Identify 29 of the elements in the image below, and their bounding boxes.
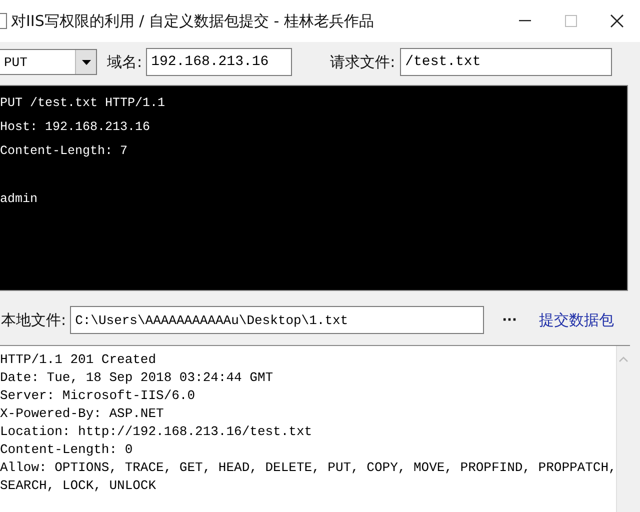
request-line: Content-Length: 7 xyxy=(0,143,128,160)
host-label: 域名: xyxy=(107,52,142,72)
request-body: admin xyxy=(0,191,38,208)
local-file-field[interactable]: C:\Users\AAAAAAAAAAAu\Desktop\1.txt xyxy=(70,306,484,334)
browse-button[interactable]: ··· xyxy=(502,312,517,328)
method-dropdown[interactable]: PUT xyxy=(0,49,97,75)
local-file-label: 本地文件: xyxy=(1,310,66,330)
response-line: SEARCH, LOCK, UNLOCK xyxy=(0,477,156,495)
minimize-icon xyxy=(519,20,531,22)
response-line: Date: Tue, 18 Sep 2018 03:24:44 GMT xyxy=(0,369,274,387)
close-icon xyxy=(610,14,624,28)
host-field[interactable]: 192.168.213.16 xyxy=(146,48,292,76)
caret-icon xyxy=(82,60,90,64)
maximize-icon xyxy=(565,15,577,27)
window-title: 对IIS写权限的利用 / 自定义数据包提交 - 桂林老兵作品 xyxy=(11,12,375,30)
response-line: Content-Length: 0 xyxy=(0,441,133,459)
submit-link[interactable]: 提交数据包 xyxy=(538,310,614,330)
file-label: 请求文件: xyxy=(330,52,396,72)
request-line: Host: 192.168.213.16 xyxy=(0,119,150,136)
response-line: HTTP/1.1 201 Created xyxy=(0,351,156,369)
response-line: Server: Microsoft-IIS/6.0 xyxy=(0,387,196,405)
response-line: X-Powered-By: ASP.NET xyxy=(0,405,164,423)
request-editor[interactable]: PUT /test.txt HTTP/1.1 Host: 192.168.213.16 Content-Length: 7 admin xyxy=(0,85,628,291)
file-field[interactable]: /test.txt xyxy=(400,48,612,76)
response-line: Allow: OPTIONS, TRACE, GET, HEAD, DELETE, PUT, COPY, MOVE, PROPFIND, PROPPATCH, xyxy=(0,459,616,477)
request-line: PUT /test.txt HTTP/1.1 xyxy=(0,95,166,112)
scroll-up-icon[interactable] xyxy=(619,356,628,362)
scrollbar[interactable] xyxy=(616,346,630,512)
response-line: Location: http://192.168.213.16/test.txt xyxy=(0,423,312,441)
